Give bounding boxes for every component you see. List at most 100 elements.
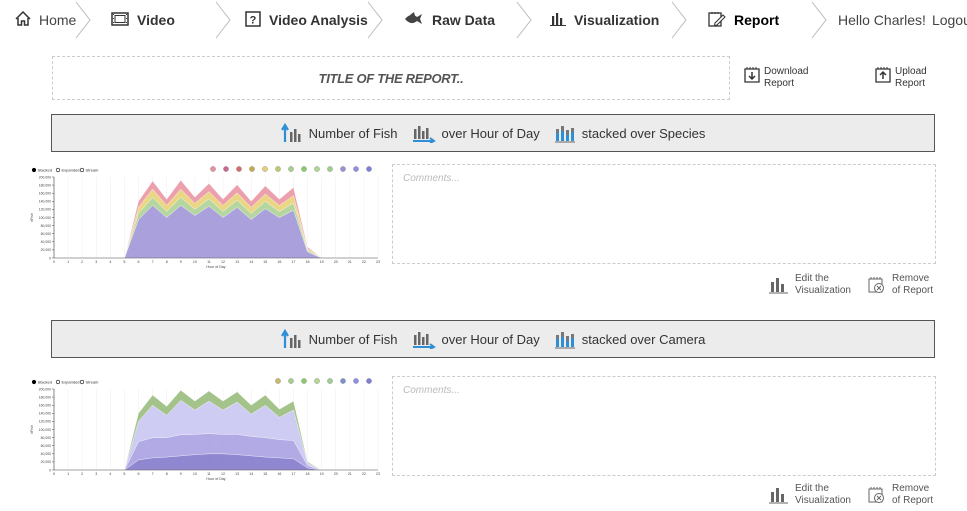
- edit-visualization-button-1[interactable]: Edit the Visualization: [769, 273, 851, 297]
- remove-from-report-button-2[interactable]: Remove of Report: [868, 483, 933, 507]
- x-tick-label: 17: [291, 472, 295, 476]
- remove-from-report-button-1[interactable]: Remove of Report: [868, 273, 933, 297]
- x-tick-label: 4: [109, 472, 111, 476]
- x-tick-label: 7: [152, 472, 154, 476]
- y-tick-label: 80,000: [41, 224, 51, 228]
- download-report-button[interactable]: Download Report: [744, 66, 808, 90]
- nav-video-analysis-label: Video Analysis: [269, 12, 368, 28]
- series-legend-dot: [314, 166, 320, 172]
- x-tick-label: 18: [306, 472, 310, 476]
- x-tick-label: 2: [81, 472, 83, 476]
- comments-input-2[interactable]: Comments...: [392, 376, 936, 476]
- header-over-label: over Hour of Day: [441, 125, 540, 141]
- home-icon: [15, 10, 31, 29]
- notepad-pen-icon: [708, 11, 726, 30]
- series-legend-dot: [301, 378, 307, 384]
- upload-label-2: Report: [895, 78, 926, 89]
- x-axis-icon: [412, 126, 436, 143]
- series-legend-dot: [236, 166, 242, 172]
- x-tick-label: 19: [320, 472, 324, 476]
- series-legend-dot: [314, 378, 320, 384]
- nav-report[interactable]: Report: [708, 0, 779, 40]
- series-legend-dot: [262, 166, 268, 172]
- y-tick-label: 40,000: [41, 452, 51, 456]
- legend-radio: [55, 379, 61, 385]
- report-title-input[interactable]: TITLE OF THE REPORT..: [52, 56, 730, 100]
- legend-option-label: Expanded: [62, 168, 80, 173]
- upload-icon: [875, 66, 891, 88]
- x-tick-label: 3: [95, 260, 97, 264]
- nav-raw-data[interactable]: Raw Data: [402, 0, 495, 40]
- series-legend-dot: [353, 378, 359, 384]
- x-tick-label: 23: [376, 472, 380, 476]
- comments-input-1[interactable]: Comments...: [392, 164, 936, 264]
- y-tick-label: 20,000: [41, 248, 51, 252]
- x-tick-label: 20: [334, 472, 338, 476]
- series-legend-dot: [223, 166, 229, 172]
- edit-label-2b: Visualization: [795, 495, 851, 506]
- y-tick-label: 160,000: [39, 404, 51, 408]
- stacked-bars-icon: [554, 332, 575, 349]
- x-tick-label: 10: [193, 260, 197, 264]
- x-tick-label: 16: [277, 260, 281, 264]
- nav-visualization[interactable]: Visualization: [550, 0, 659, 40]
- svg-text:?: ?: [250, 14, 257, 26]
- header-count-label: Number of Fish: [308, 125, 398, 141]
- series-legend-dot: [275, 378, 281, 384]
- legend-radio: [55, 167, 61, 173]
- series-legend-dot: [340, 378, 346, 384]
- edit-label-1a: Edit the: [795, 273, 829, 284]
- bar-chart-icon: [769, 488, 788, 504]
- y-tick-label: 120,000: [39, 420, 51, 424]
- header-over-label: over Hour of Day: [441, 331, 540, 347]
- x-tick-label: 8: [166, 472, 168, 476]
- x-tick-label: 2: [81, 260, 83, 264]
- logout-link[interactable]: Logout: [932, 12, 967, 28]
- section-header-camera: Number of Fish over Hour of Day stacked …: [51, 320, 935, 358]
- nav-raw-data-label: Raw Data: [432, 12, 496, 28]
- x-tick-label: 13: [235, 260, 239, 264]
- series-legend-dot: [327, 166, 333, 172]
- series-legend-dot: [210, 166, 216, 172]
- header-stacked-label: stacked over Species: [581, 125, 706, 141]
- legend-radio: [31, 379, 37, 385]
- legend-option-label: Expanded: [62, 380, 80, 385]
- edit-label-1b: Visualization: [795, 285, 851, 296]
- y-tick-label: 100,000: [39, 216, 51, 220]
- nav-visualization-label: Visualization: [574, 12, 660, 28]
- area-series: [54, 453, 378, 471]
- bar-chart-icon: [769, 278, 788, 294]
- x-tick-label: 6: [138, 260, 140, 264]
- x-tick-label: 14: [249, 472, 253, 476]
- header-count-label: Number of Fish: [308, 331, 398, 347]
- remove-label-1a: Remove: [892, 273, 930, 284]
- nav-video[interactable]: Video: [111, 0, 175, 40]
- legend-option-label: Stacked: [38, 380, 52, 385]
- breadcrumb-nav: Home Video ? Video Analysis Raw Data Vis…: [0, 0, 967, 40]
- y-tick-label: 0: [49, 256, 51, 260]
- count-axis-icon: [280, 329, 301, 348]
- x-tick-label: 11: [207, 472, 211, 476]
- remove-label-1b: of Report: [892, 285, 934, 296]
- series-legend-dot: [288, 166, 294, 172]
- y-tick-label: 140,000: [39, 412, 51, 416]
- legend-option-label: Stream: [86, 168, 100, 173]
- edit-label-2a: Edit the: [795, 483, 829, 494]
- x-tick-label: 15: [263, 472, 267, 476]
- y-tick-label: 80,000: [41, 436, 51, 440]
- nav-video-analysis[interactable]: ? Video Analysis: [245, 0, 368, 40]
- x-tick-label: 7: [152, 260, 154, 264]
- upload-report-button[interactable]: Upload Report: [875, 66, 927, 90]
- x-tick-label: 20: [334, 260, 338, 264]
- y-tick-label: 100,000: [39, 428, 51, 432]
- x-tick-label: 17: [291, 260, 295, 264]
- remove-label-2b: of Report: [892, 495, 934, 506]
- greeting-text: Hello Charles!: [838, 12, 926, 28]
- y-tick-label: 200,000: [39, 387, 51, 391]
- edit-visualization-button-2[interactable]: Edit the Visualization: [769, 483, 851, 507]
- nav-home[interactable]: Home: [15, 0, 76, 40]
- y-tick-label: 180,000: [39, 395, 51, 399]
- x-tick-label: 10: [193, 472, 197, 476]
- x-tick-label: 1: [67, 260, 69, 264]
- y-tick-label: 200,000: [39, 175, 51, 179]
